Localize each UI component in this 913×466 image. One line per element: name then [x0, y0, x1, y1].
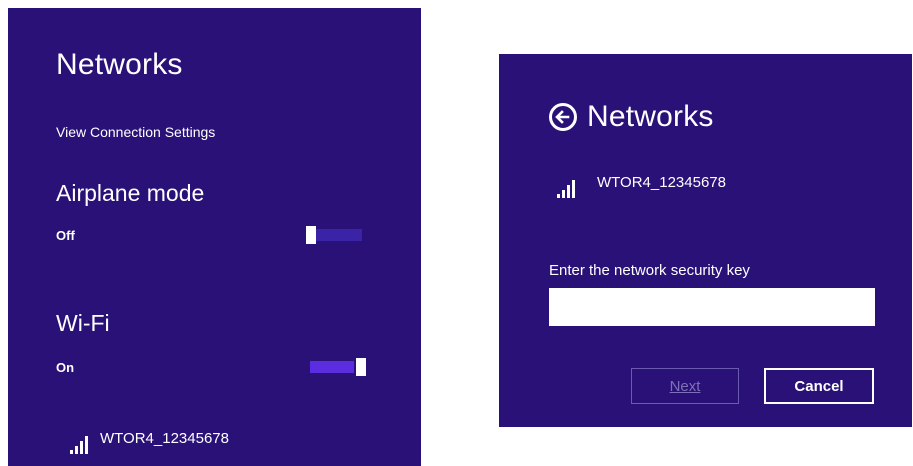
wifi-label: Wi-Fi	[56, 310, 110, 336]
back-arrow-icon	[555, 110, 570, 124]
view-connection-settings-link[interactable]: View Connection Settings	[56, 124, 215, 140]
airplane-mode-label: Airplane mode	[56, 180, 205, 206]
toggle-track	[316, 229, 362, 241]
next-button[interactable]: Next	[631, 368, 739, 404]
wifi-state: On	[56, 360, 75, 375]
toggle-track	[310, 361, 354, 373]
cancel-button-label: Cancel	[794, 377, 844, 395]
back-button[interactable]	[549, 103, 577, 131]
cancel-button[interactable]: Cancel	[764, 368, 874, 404]
wifi-signal-icon	[70, 436, 90, 454]
network-security-key-panel: Networks WTOR4_12345678 Enter the networ…	[499, 54, 912, 427]
page-title: Networks	[587, 100, 714, 133]
next-button-label: Next	[669, 377, 701, 395]
wifi-signal-icon	[557, 180, 577, 198]
toggle-thumb[interactable]	[306, 226, 316, 244]
page-title: Networks	[56, 48, 183, 81]
network-ssid: WTOR4_12345678	[100, 430, 229, 447]
toggle-thumb[interactable]	[356, 358, 366, 376]
wifi-toggle[interactable]	[310, 358, 366, 376]
airplane-mode-toggle[interactable]	[306, 226, 362, 244]
networks-settings-panel: Networks View Connection Settings Airpla…	[8, 8, 421, 466]
security-key-input[interactable]	[549, 288, 875, 326]
network-ssid: WTOR4_12345678	[597, 174, 726, 191]
airplane-mode-state: Off	[56, 228, 75, 243]
security-key-label: Enter the network security key	[549, 262, 750, 279]
